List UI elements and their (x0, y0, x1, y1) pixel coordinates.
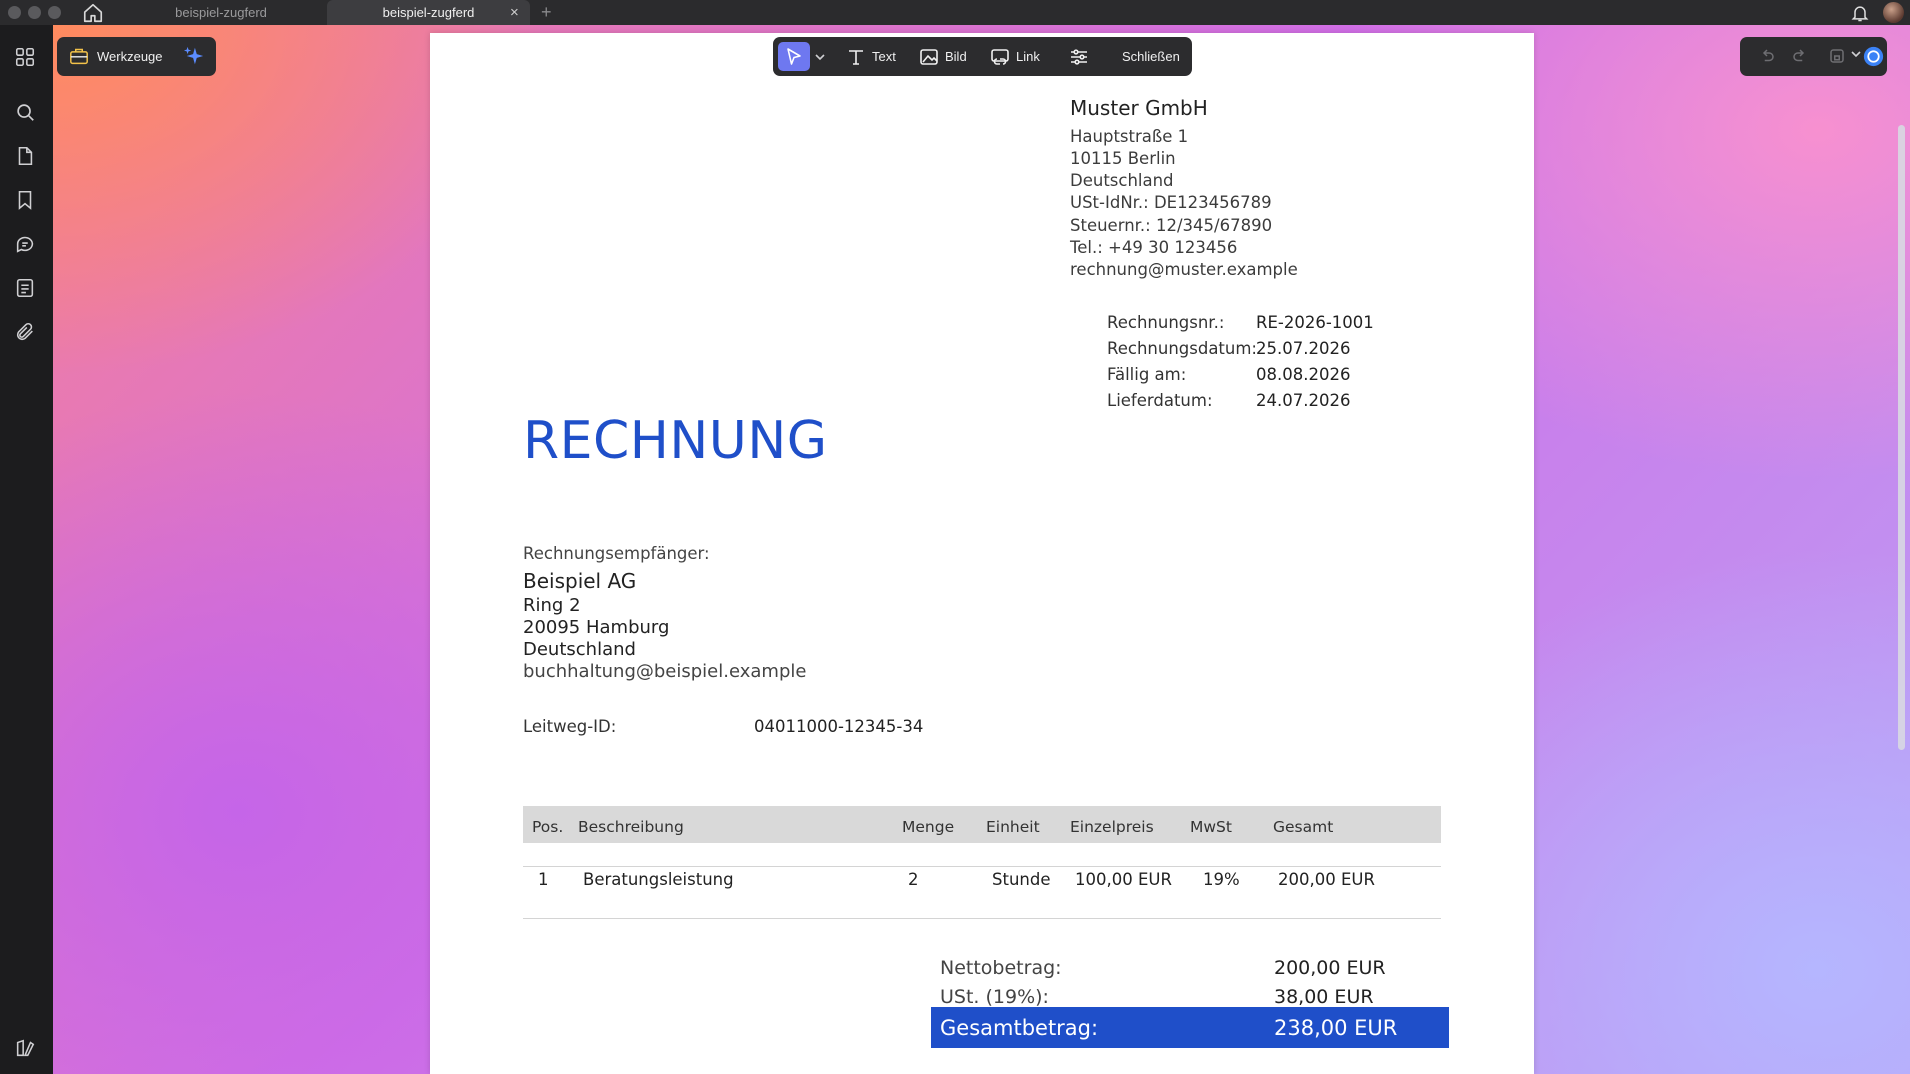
pointer-icon (787, 48, 801, 65)
new-tab-icon[interactable]: + (541, 0, 552, 25)
seller-city: 10115 Berlin (1070, 149, 1176, 168)
tab-label: beispiel-zugferd (382, 5, 475, 20)
left-sidebar (0, 25, 53, 1074)
pages-icon[interactable] (14, 145, 36, 167)
seller-email: rechnung@muster.example (1070, 260, 1298, 279)
recipient-label: Rechnungsempfänger: (523, 544, 710, 563)
search-icon[interactable] (14, 101, 36, 123)
text-tool-icon (849, 49, 863, 65)
invoice-number-label: Rechnungsnr.: (1107, 313, 1225, 332)
grand-total-value: 238,00 EUR (1274, 1016, 1398, 1040)
image-tool-label: Bild (945, 49, 967, 64)
seller-country: Deutschland (1070, 171, 1174, 190)
column-header-vat: MwSt (1190, 818, 1232, 836)
seller-tax-number: Steuernr.: 12/345/67890 (1070, 216, 1273, 235)
ai-sparkle-icon[interactable] (183, 45, 205, 67)
window-close-button[interactable] (8, 6, 21, 19)
column-header-total: Gesamt (1273, 818, 1334, 836)
invoice-date-label: Rechnungsdatum: (1107, 339, 1257, 358)
grand-total-label: Gesamtbetrag: (940, 1016, 1099, 1040)
cell-total: 200,00 EUR (1278, 870, 1375, 889)
link-tool-button[interactable]: Link (990, 37, 1040, 76)
vat-amount-value: 38,00 EUR (1274, 986, 1374, 1008)
cell-vat: 19% (1203, 870, 1240, 889)
close-edit-button[interactable]: Schließen (1122, 37, 1180, 76)
tab-close-icon[interactable]: × (510, 0, 519, 25)
tab-label: beispiel-zugferd (175, 5, 267, 20)
seller-phone: Tel.: +49 30 123456 (1070, 238, 1238, 257)
invoice-date-value: 25.07.2026 (1256, 339, 1351, 358)
invoice-title: RECHNUNG (523, 411, 828, 471)
title-bar: beispiel-zugferd beispiel-zugferd × + (0, 0, 1910, 25)
paperclip-icon[interactable] (14, 321, 36, 343)
cell-unit-price: 100,00 EUR (1075, 870, 1172, 889)
image-tool-button[interactable]: Bild (919, 37, 967, 76)
recipient-name: Beispiel AG (523, 569, 637, 593)
link-tool-icon (991, 48, 1009, 65)
invoice-number-value: RE-2026-1001 (1256, 313, 1374, 332)
properties-button[interactable] (1069, 37, 1089, 76)
save-options-chevron-icon[interactable] (1850, 47, 1862, 65)
due-date-label: Fällig am: (1107, 365, 1187, 384)
seller-street: Hauptstraße 1 (1070, 127, 1189, 146)
history-controls (1740, 37, 1887, 76)
cell-description: Beratungsleistung (583, 870, 734, 889)
table-divider (523, 866, 1441, 867)
net-amount-label: Nettobetrag: (940, 957, 1062, 979)
cell-quantity: 2 (908, 870, 919, 889)
save-icon[interactable] (1828, 47, 1846, 65)
select-tool-button[interactable] (778, 42, 810, 71)
recipient-city: 20095 Hamburg (523, 617, 670, 638)
delivery-date-value: 24.07.2026 (1256, 391, 1351, 410)
delivery-date-label: Lieferdatum: (1107, 391, 1213, 410)
text-tool-label: Text (872, 49, 896, 64)
toolbox-icon (69, 47, 89, 65)
document-page: Muster GmbH Hauptstraße 1 10115 Berlin D… (430, 33, 1534, 1074)
leitweg-id-value: 04011000-12345-34 (754, 717, 924, 736)
sliders-icon (1071, 48, 1087, 65)
window-minimize-button[interactable] (28, 6, 41, 19)
tools-button[interactable]: Werkzeuge (57, 37, 216, 76)
apps-grid-icon[interactable] (14, 46, 36, 68)
column-header-unit-price: Einzelpreis (1070, 818, 1154, 836)
home-icon[interactable] (82, 2, 104, 24)
text-tool-button[interactable]: Text (846, 37, 896, 76)
bell-icon[interactable] (1850, 3, 1870, 23)
sidebar-settings-icon[interactable] (14, 1037, 36, 1059)
avatar[interactable] (1883, 2, 1904, 23)
tools-label: Werkzeuge (97, 49, 163, 64)
document-fields-icon[interactable] (14, 277, 36, 299)
link-tool-label: Link (1016, 49, 1040, 64)
seller-name: Muster GmbH (1070, 96, 1208, 120)
column-header-pos: Pos. (532, 818, 564, 836)
tab-active[interactable]: beispiel-zugferd (327, 0, 530, 25)
leitweg-id-label: Leitweg-ID: (523, 717, 617, 736)
window-zoom-button[interactable] (48, 6, 61, 19)
column-header-unit: Einheit (986, 818, 1040, 836)
select-tool-chevron-icon[interactable] (814, 50, 826, 62)
edit-toolbar: Text Bild Link Schließen (773, 37, 1192, 76)
column-header-quantity: Menge (902, 818, 955, 836)
undo-icon[interactable] (1758, 47, 1776, 65)
cell-unit: Stunde (992, 870, 1051, 889)
close-edit-label: Schließen (1122, 49, 1180, 64)
recipient-email: buchhaltung@beispiel.example (523, 661, 807, 682)
recipient-country: Deutschland (523, 639, 636, 660)
recipient-street: Ring 2 (523, 595, 581, 616)
vat-amount-label: USt. (19%): (940, 986, 1049, 1008)
image-tool-icon (920, 48, 938, 65)
table-bottom-rule (523, 918, 1441, 919)
column-header-description: Beschreibung (578, 818, 684, 836)
sync-status-icon[interactable] (1863, 46, 1884, 67)
comment-icon[interactable] (14, 233, 36, 255)
seller-vat-id: USt-IdNr.: DE123456789 (1070, 193, 1272, 212)
due-date-value: 08.08.2026 (1256, 365, 1351, 384)
vertical-scrollbar[interactable] (1898, 125, 1905, 750)
tab-inactive[interactable]: beispiel-zugferd (110, 0, 332, 25)
redo-icon[interactable] (1791, 47, 1809, 65)
net-amount-value: 200,00 EUR (1274, 957, 1386, 979)
cell-pos: 1 (538, 870, 549, 889)
bookmark-icon[interactable] (14, 189, 36, 211)
